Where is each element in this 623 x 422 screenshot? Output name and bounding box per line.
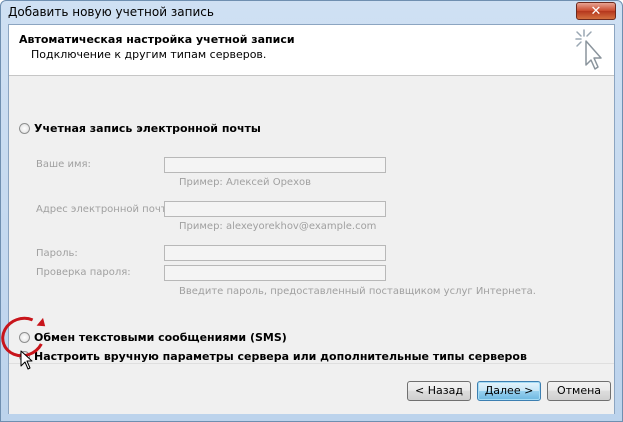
password-hint: Введите пароль, предоставленный поставщи…: [179, 286, 536, 297]
dialog-client-area: Автоматическая настройка учетной записи …: [8, 24, 615, 414]
email-hint: Пример: alexeyorekhov@example.com: [179, 221, 377, 232]
password-label: Пароль:: [36, 248, 78, 259]
dialog-body: Учетная запись электронной почты Ваше им…: [9, 76, 614, 363]
name-label: Ваше имя:: [36, 159, 91, 170]
close-button[interactable]: ✕: [576, 2, 616, 20]
dialog-header: Автоматическая настройка учетной записи …: [9, 25, 614, 76]
next-button[interactable]: Далее >: [477, 381, 541, 401]
cancel-button[interactable]: Отмена: [547, 381, 611, 401]
email-label: Адрес электронной почты:: [36, 204, 178, 215]
password-confirm-input[interactable]: [164, 265, 386, 281]
header-title: Автоматическая настройка учетной записи: [19, 33, 295, 46]
radio-sms-label: Обмен текстовыми сообщениями (SMS): [34, 331, 287, 344]
radio-email-account-label: Учетная запись электронной почты: [34, 122, 261, 135]
header-subtitle: Подключение к другим типам серверов.: [31, 48, 267, 61]
radio-email-account[interactable]: Учетная запись электронной почты: [19, 122, 261, 135]
name-input[interactable]: [164, 157, 386, 173]
email-input[interactable]: [164, 201, 386, 217]
back-button[interactable]: < Назад: [407, 381, 471, 401]
mouse-pointer-icon: [20, 350, 33, 370]
add-account-window: Добавить новую учетной запись ✕ Автомати…: [0, 0, 623, 422]
dialog-footer: < Назад Далее > Отмена: [9, 363, 614, 414]
radio-manual-label: Настроить вручную параметры сервера или …: [34, 350, 527, 363]
radio-manual[interactable]: Настроить вручную параметры сервера или …: [19, 350, 527, 363]
cursor-sparkle-icon: [575, 29, 602, 70]
window-title: Добавить новую учетной запись: [8, 5, 214, 19]
title-bar[interactable]: Добавить новую учетной запись ✕: [1, 1, 622, 23]
radio-email-account-control[interactable]: [19, 123, 30, 134]
radio-sms[interactable]: Обмен текстовыми сообщениями (SMS): [19, 331, 287, 344]
password-input[interactable]: [164, 245, 386, 261]
close-icon: ✕: [590, 4, 602, 19]
name-hint: Пример: Алексей Орехов: [179, 177, 312, 188]
password-confirm-label: Проверка пароля:: [36, 267, 131, 278]
